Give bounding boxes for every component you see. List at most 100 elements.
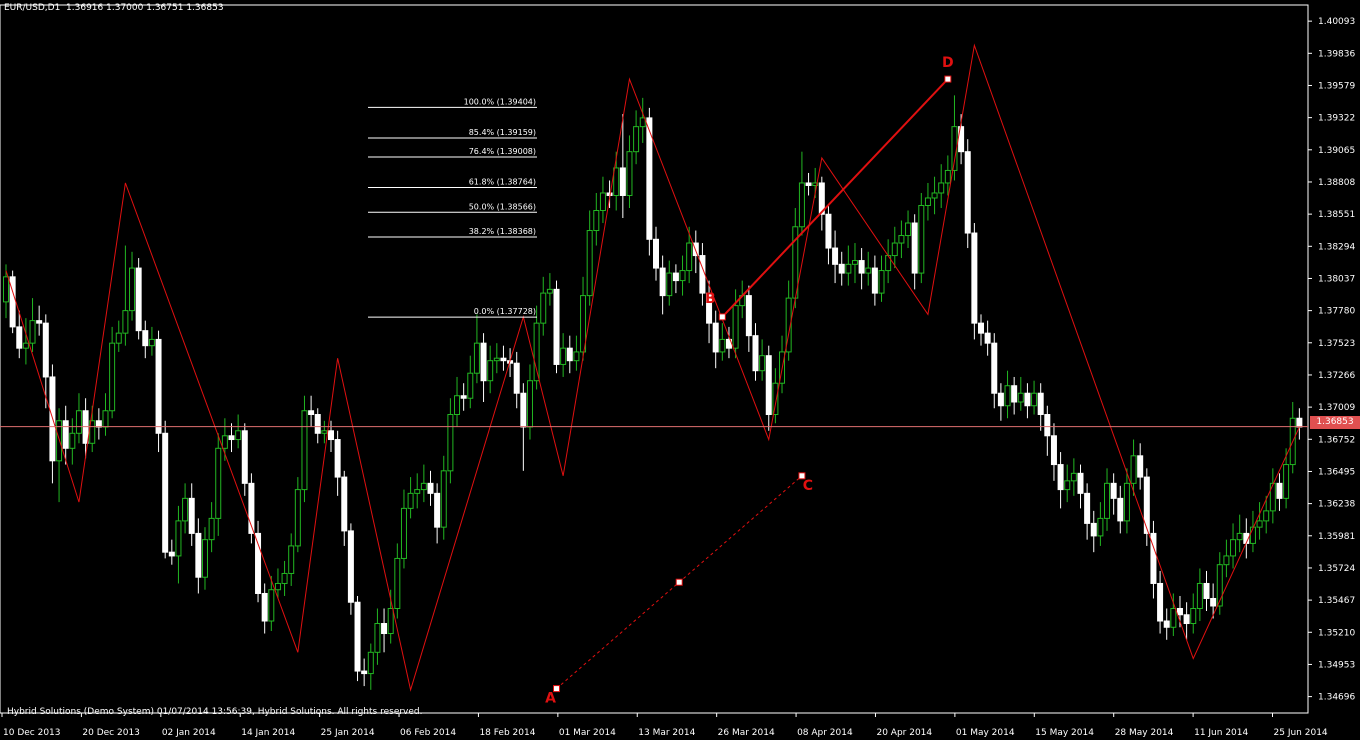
time-axis-label: 15 May 2014: [1035, 728, 1094, 738]
bull-candle: [175, 520, 182, 557]
bear-candle: [1137, 455, 1144, 478]
chart-canvas[interactable]: 1.40093 1.39836 1.39579 1.39322 1.39065 1.388…: [0, 0, 1360, 740]
price-axis-label: 1.36752: [1318, 435, 1355, 445]
bull-candle: [924, 197, 931, 206]
bull-candle: [115, 332, 122, 344]
close-value: 1.36853: [186, 3, 224, 13]
bear-candle: [427, 482, 434, 494]
bear-candle: [513, 362, 520, 394]
bear-candle: [16, 326, 23, 349]
pattern-point-c-label: C: [803, 478, 813, 494]
plot-frame: [0, 4, 1309, 714]
bull-candle: [772, 382, 779, 416]
price-axis-label: 1.37523: [1318, 339, 1355, 349]
bull-candle: [374, 623, 381, 653]
bull-candle: [540, 292, 547, 324]
bull-candle: [1256, 520, 1263, 528]
bull-candle: [69, 432, 76, 449]
bear-candle: [672, 272, 679, 282]
bear-candle: [434, 492, 441, 528]
high-value: 1.37000: [106, 3, 144, 13]
price-axis-label: 1.38808: [1318, 178, 1355, 188]
time-axis-label: 14 Jan 2014: [241, 728, 295, 738]
bear-candle: [195, 532, 202, 578]
bear-candle: [971, 232, 978, 324]
bear-candle: [553, 288, 560, 365]
price-axis-label: 1.38551: [1318, 210, 1355, 220]
bull-candle: [1064, 480, 1071, 491]
bull-candle: [473, 342, 480, 374]
bear-candle: [1163, 620, 1170, 628]
bull-candle: [918, 204, 925, 274]
bear-candle: [1057, 464, 1064, 491]
price-axis-label: 1.39322: [1318, 114, 1355, 124]
bear-candle: [1110, 482, 1117, 499]
bear-candle: [1024, 392, 1031, 407]
price-axis-label: 1.39065: [1318, 146, 1355, 156]
bull-candle: [626, 151, 633, 196]
bear-candle: [1210, 597, 1217, 607]
bear-candle: [871, 267, 878, 294]
fib-level-label: 50.0% (1.38566): [469, 202, 536, 211]
bull-candle: [1263, 510, 1270, 522]
bull-candle: [891, 242, 898, 257]
bull-candle: [301, 410, 308, 491]
bull-candle: [1196, 582, 1203, 609]
bear-candle: [1117, 497, 1124, 522]
bear-candle: [911, 222, 918, 274]
bull-candle: [560, 347, 567, 365]
bull-candle: [905, 222, 912, 237]
bull-candle: [546, 288, 553, 294]
time-axis-label: 08 Apr 2014: [797, 728, 853, 738]
bull-candle: [686, 242, 693, 272]
time-axis-label: 01 May 2014: [956, 728, 1015, 738]
time-axis-label: 20 Dec 2013: [82, 728, 140, 738]
bull-candle: [201, 539, 208, 578]
bull-candle: [1283, 464, 1290, 499]
bull-candle: [938, 182, 945, 194]
bull-candle: [845, 263, 852, 274]
bull-candle: [129, 267, 136, 312]
bull-candle: [1230, 539, 1237, 557]
candlestick-chart[interactable]: 1.40093 1.39836 1.39579 1.39322 1.39065 1.388…: [0, 0, 1360, 740]
bull-candle: [487, 360, 494, 382]
bull-candle: [1249, 526, 1256, 544]
bear-candle: [381, 623, 388, 635]
bull-candle: [387, 607, 394, 635]
bear-candle: [328, 430, 334, 441]
bull-candle: [931, 192, 938, 199]
bear-candle: [858, 260, 865, 274]
bull-candle: [467, 372, 474, 399]
price-axis-label: 1.35981: [1318, 532, 1355, 542]
time-axis-label: 06 Feb 2014: [400, 728, 456, 738]
bear-candle: [1276, 482, 1283, 499]
bear-candle: [500, 357, 507, 362]
bull-candle: [1170, 607, 1177, 628]
bull-candle: [454, 395, 461, 416]
bull-candle: [294, 489, 301, 547]
bull-candle: [759, 355, 766, 372]
bear-candle: [341, 476, 348, 532]
bear-candle: [1050, 435, 1057, 466]
bull-candle: [1130, 455, 1137, 484]
low-value: 1.36751: [146, 3, 184, 13]
bear-candle: [334, 439, 341, 478]
bear-candle: [142, 330, 149, 347]
bull-candle: [878, 270, 885, 294]
bear-candle: [314, 414, 321, 434]
bear-candle: [241, 430, 248, 484]
bull-candle: [274, 582, 281, 591]
bull-candle: [526, 380, 533, 428]
pattern-point-d-label: D: [942, 55, 954, 71]
bear-candle: [1183, 614, 1190, 625]
bear-candle: [42, 322, 49, 378]
bear-candle: [1037, 392, 1044, 416]
bear-candle: [308, 410, 315, 416]
bull-candle: [75, 410, 82, 434]
bear-candle: [36, 320, 43, 324]
bear-candle: [261, 592, 268, 622]
bull-candle: [420, 482, 427, 491]
bear-candle: [1203, 582, 1210, 599]
bear-candle: [832, 247, 839, 265]
price-axis-label: 1.37266: [1318, 371, 1355, 381]
